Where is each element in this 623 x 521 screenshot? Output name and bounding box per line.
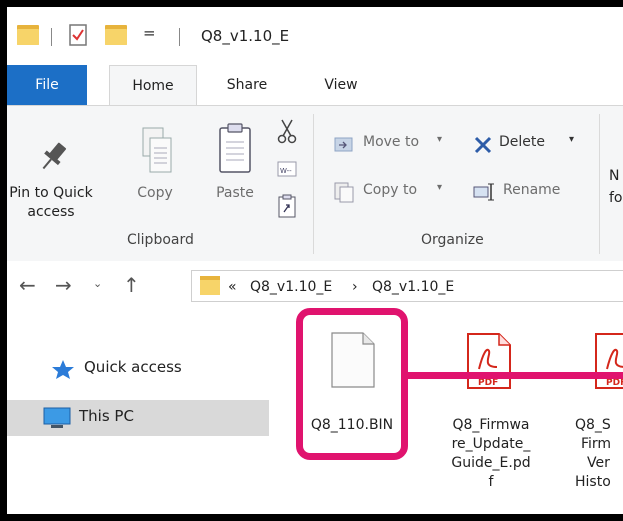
pin-icon [42,142,67,170]
highlight-box [296,308,408,460]
nav-item-this-pc[interactable]: This PC [7,400,269,436]
chevron-down-icon: ▾ [569,134,575,145]
paste-button[interactable]: Paste [202,112,268,212]
title-separator [179,28,180,46]
copy-to-label: Copy to [363,182,418,198]
recent-locations-chevron-icon[interactable]: ⌄ [93,277,102,290]
tab-share[interactable]: Share [217,65,277,105]
pdf-icon: PDF [467,333,511,389]
window-title: Q8_v1.10_E [201,27,290,45]
nav-item-quick-access[interactable]: Quick access [7,351,269,385]
new-folder-icon[interactable] [105,25,127,45]
delete-x-icon [474,136,492,154]
ribbon-divider [599,114,600,254]
new-folder-label-cut2: fo [609,190,623,206]
explorer-window: = Q8_v1.10_E File Home Share View Pin to… [7,7,623,514]
address-bar[interactable]: « Q8_v1.10_E › Q8_v1.10_E [191,270,623,302]
up-arrow-icon[interactable]: ↑ [123,273,140,297]
rename-label: Rename [503,182,561,198]
tab-home[interactable]: Home [109,65,197,107]
overflow-chevron[interactable]: « [228,279,237,295]
pdf-badge: PDF [606,378,623,388]
pin-label: Pin to Quick access [9,185,93,220]
star-icon [52,360,74,379]
copy-icon [142,127,172,173]
ribbon-divider [313,114,314,254]
forward-arrow-icon[interactable]: → [55,273,72,297]
cut-icon[interactable] [277,118,297,144]
folder-icon [17,25,39,45]
back-arrow-icon[interactable]: ← [19,273,36,297]
clipboard-paste-icon [219,123,251,173]
svg-text:W--: W-- [280,167,292,175]
rename-button[interactable]: Rename [473,178,593,206]
address-row: ← → ⌄ ↑ « Q8_v1.10_E › Q8_v1.10_E [7,261,623,309]
pin-to-quick-access-button[interactable]: Pin to Quick access [7,112,95,227]
ribbon: Pin to Quick access Copy Paste W-- Clipb… [7,105,623,262]
paste-label: Paste [216,185,254,201]
new-folder-label-cut: N [609,168,620,184]
move-to-button[interactable]: Move to ▾ [333,130,453,158]
move-to-icon [334,137,353,152]
delete-button[interactable]: Delete ▾ [473,130,593,158]
file-name: Q8_S Firm Ver Histo [575,417,612,490]
chevron-down-icon: ▾ [437,134,443,145]
tab-view[interactable]: View [314,65,368,105]
copy-label: Copy [137,185,173,201]
navigation-pane: Quick access This PC [7,309,277,514]
chevron-down-icon: ▾ [437,182,443,193]
ribbon-tabs: File Home Share View [7,65,623,107]
monitor-icon [43,407,71,428]
breadcrumb-separator[interactable]: › [352,279,358,295]
breadcrumb-1[interactable]: Q8_v1.10_E [250,279,332,295]
copy-path-icon[interactable]: W-- [277,158,297,180]
organize-group-label: Organize [421,232,484,248]
file-item-guide-pdf[interactable]: PDF Q8_Firmwa re_Update_ Guide_E.pd f [443,309,539,499]
nav-label: This PC [79,407,134,425]
paste-shortcut-icon[interactable] [277,194,297,218]
delete-label: Delete [499,134,545,150]
move-to-label: Move to [363,134,420,150]
qat-separator [51,28,52,46]
file-item-history-pdf[interactable]: PDF Q8_S Firm Ver Histo [567,309,623,499]
highlight-connector-line [408,372,623,379]
pdf-icon: PDF [595,333,623,389]
file-name: Q8_Firmwa re_Update_ Guide_E.pd f [451,417,531,490]
pdf-badge: PDF [478,378,498,388]
properties-icon[interactable] [69,24,87,46]
folder-icon [200,276,220,295]
qat-dropdown-icon[interactable]: = [143,24,156,42]
copy-to-button[interactable]: Copy to ▾ [333,178,453,206]
copy-to-icon [334,182,354,203]
breadcrumb-2[interactable]: Q8_v1.10_E [372,279,454,295]
copy-button[interactable]: Copy [127,112,183,212]
nav-label: Quick access [84,358,182,376]
clipboard-group-label: Clipboard [127,232,194,248]
title-bar: = Q8_v1.10_E [7,7,623,65]
tab-file[interactable]: File [7,65,87,105]
rename-icon [473,183,494,201]
